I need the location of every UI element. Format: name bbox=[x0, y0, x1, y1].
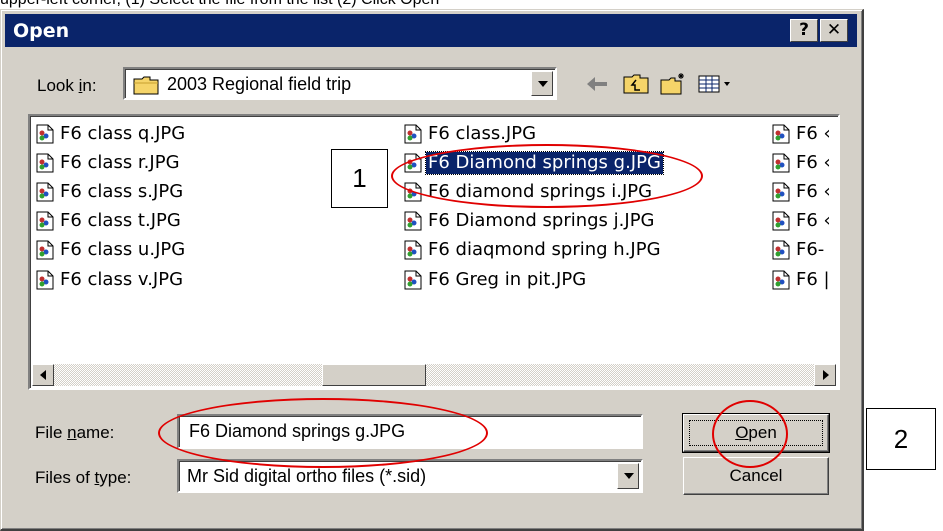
file-name-input[interactable]: F6 Diamond springs g.JPG bbox=[177, 414, 643, 449]
look-in-label-pre: Look bbox=[37, 76, 79, 95]
image-file-icon bbox=[772, 211, 790, 231]
up-folder-icon[interactable] bbox=[622, 72, 650, 96]
file-list-item-name: F6 class r.JPG bbox=[60, 152, 180, 173]
file-list-item-name: F6 class q.JPG bbox=[60, 123, 186, 144]
file-list-item-name: F6 class t.JPG bbox=[60, 210, 181, 231]
file-list[interactable]: F6 class q.JPG F6 class r.JPG F6 class s.J… bbox=[28, 114, 840, 390]
image-file-icon bbox=[772, 182, 790, 202]
file-list-item-name: F6- bbox=[796, 239, 825, 260]
image-file-icon bbox=[772, 153, 790, 173]
open-button-focus-rect bbox=[689, 420, 823, 446]
image-file-icon bbox=[404, 211, 422, 231]
file-list-item-name: F6 diamond springs i.JPG bbox=[428, 181, 653, 202]
new-folder-icon[interactable] bbox=[659, 72, 687, 96]
scroll-right-button[interactable] bbox=[814, 364, 836, 386]
file-list-item-name: F6 | bbox=[796, 269, 830, 290]
scroll-thumb[interactable] bbox=[322, 364, 426, 386]
dialog-title: Open bbox=[13, 20, 70, 42]
look-in-value: 2003 Regional field trip bbox=[167, 74, 352, 94]
file-name-label-post: ame: bbox=[76, 423, 115, 442]
file-name-label-accel: n bbox=[67, 423, 77, 442]
open-button[interactable]: Open bbox=[682, 413, 830, 453]
file-name-label-pre: File bbox=[35, 423, 68, 442]
file-name-value: F6 Diamond springs g.JPG bbox=[189, 421, 406, 441]
file-list-item-name: F6 diaqmond spring h.JPG bbox=[428, 239, 661, 260]
file-type-label-post: ype: bbox=[99, 468, 132, 487]
title-bar[interactable]: Open ? ✕ bbox=[5, 14, 857, 47]
image-file-icon bbox=[36, 270, 54, 290]
file-list-item-name: F6 ‹ bbox=[796, 152, 831, 173]
file-type-dropdown-button[interactable] bbox=[617, 463, 639, 489]
image-file-icon bbox=[404, 240, 422, 260]
file-list-item-name: F6 class v.JPG bbox=[60, 269, 184, 290]
image-file-icon bbox=[36, 211, 54, 231]
cancel-button[interactable]: Cancel bbox=[683, 457, 829, 495]
file-list-item-name: F6 ‹ bbox=[796, 181, 831, 202]
scroll-right-icon bbox=[823, 370, 829, 380]
file-list-item-name: F6 class.JPG bbox=[428, 123, 537, 144]
file-type-value: Mr Sid digital ortho files (*.sid) bbox=[187, 466, 427, 486]
horizontal-scrollbar[interactable] bbox=[32, 364, 836, 386]
scroll-left-icon bbox=[40, 370, 46, 380]
look-in-dropdown-button[interactable] bbox=[531, 71, 553, 96]
open-dialog: Open ? ✕ Look in: 2003 Regional field tr… bbox=[0, 9, 864, 531]
file-list-item-name: F6 ‹ bbox=[796, 123, 831, 144]
file-list-item-name: F6 ‹ bbox=[796, 210, 831, 231]
close-button[interactable]: ✕ bbox=[820, 19, 848, 42]
file-list-item-name: F6 class u.JPG bbox=[60, 239, 186, 260]
back-arrow-icon[interactable] bbox=[583, 72, 611, 96]
file-type-label-pre: Files of bbox=[35, 468, 95, 487]
file-type-label: Files of type: bbox=[35, 468, 131, 488]
image-file-icon bbox=[404, 270, 422, 290]
dropdown-arrow-icon bbox=[538, 81, 548, 87]
file-name-label: File name: bbox=[35, 423, 114, 443]
image-file-icon bbox=[36, 182, 54, 202]
dropdown-arrow-icon bbox=[624, 473, 634, 479]
image-file-icon bbox=[36, 124, 54, 144]
top-instruction-text: upper-left corner, (1) Select the file f… bbox=[0, 0, 943, 9]
image-file-icon bbox=[404, 153, 422, 173]
look-in-combo[interactable]: 2003 Regional field trip bbox=[123, 67, 557, 100]
view-menu-icon[interactable] bbox=[697, 72, 733, 96]
image-file-icon bbox=[404, 124, 422, 144]
look-in-label-post: n: bbox=[82, 76, 97, 95]
look-in-label: Look in: bbox=[37, 76, 97, 96]
scroll-left-button[interactable] bbox=[32, 364, 54, 386]
image-file-icon bbox=[772, 240, 790, 260]
image-file-icon bbox=[772, 124, 790, 144]
callout-2: 2 bbox=[866, 408, 936, 470]
file-list-item-name: F6 Diamond springs j.JPG bbox=[428, 210, 655, 231]
help-button[interactable]: ? bbox=[790, 19, 818, 42]
file-type-combo[interactable]: Mr Sid digital ortho files (*.sid) bbox=[177, 459, 643, 493]
file-list-item-name: F6 class s.JPG bbox=[60, 181, 184, 202]
callout-1: 1 bbox=[331, 149, 388, 208]
image-file-icon bbox=[36, 153, 54, 173]
file-list-item-name: F6 Diamond springs g.JPG bbox=[425, 151, 664, 175]
image-file-icon bbox=[404, 182, 422, 202]
folder-icon bbox=[133, 76, 159, 95]
file-list-item-name: F6 Greg in pit.JPG bbox=[428, 269, 587, 290]
image-file-icon bbox=[772, 270, 790, 290]
image-file-icon bbox=[36, 240, 54, 260]
